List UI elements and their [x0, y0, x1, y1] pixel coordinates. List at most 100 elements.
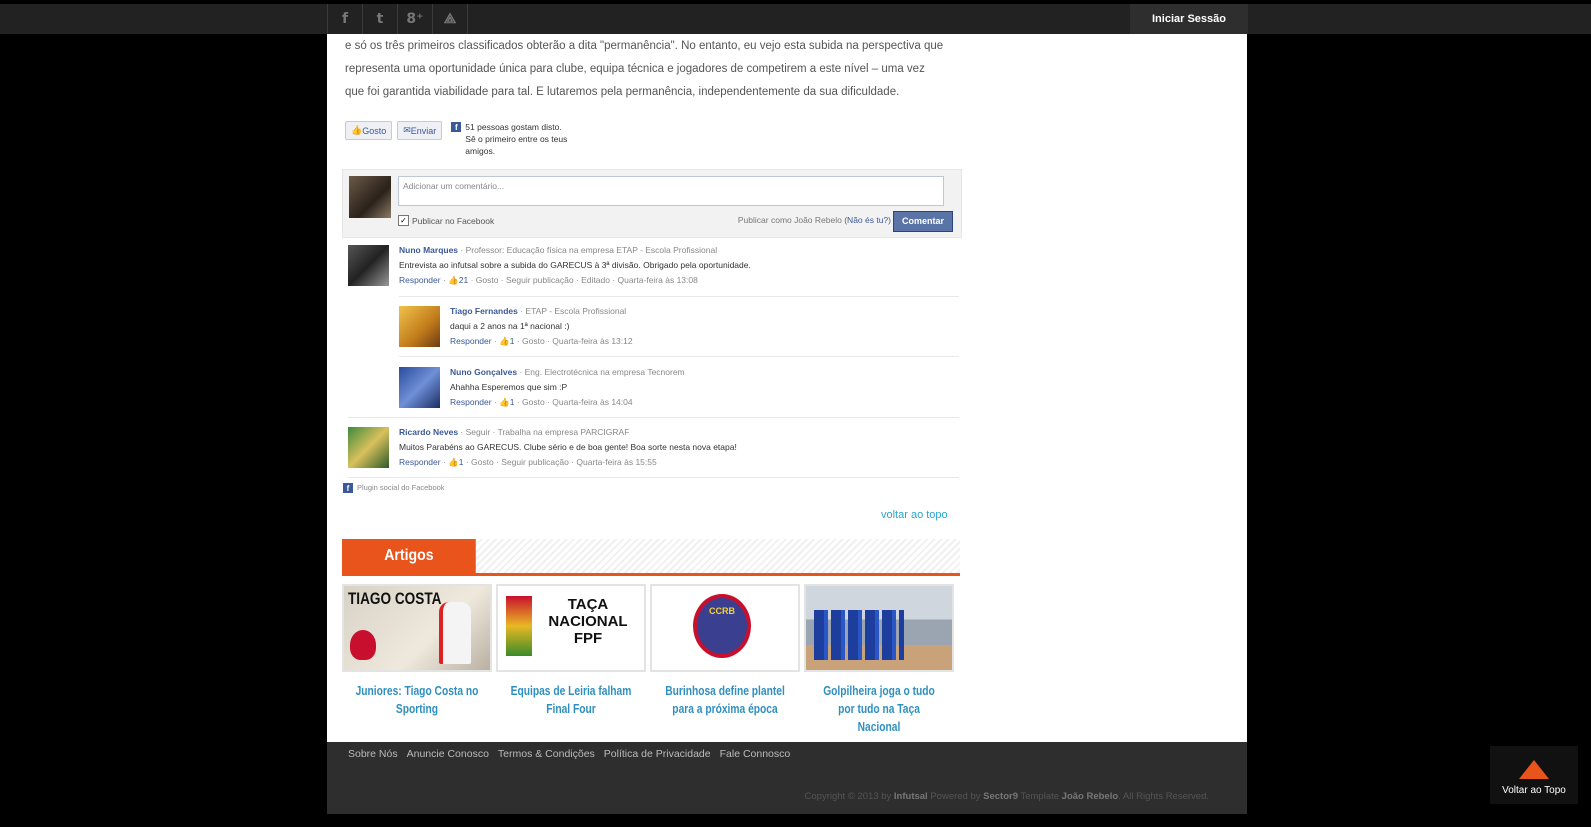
copyright-text: Powered by	[927, 791, 984, 802]
divider	[399, 356, 959, 357]
comment-author[interactable]: Nuno Marques	[399, 245, 458, 255]
arrow-up-icon	[1519, 760, 1549, 779]
fb-plugin-credit[interactable]: f Plugin social do Facebook	[343, 482, 445, 493]
checkbox-icon[interactable]: ✓	[398, 215, 409, 226]
comment-text: Entrevista ao infutsal sobre a subida do…	[399, 260, 751, 270]
divider	[399, 296, 959, 297]
not-you-link[interactable]: (Não és tu?)	[844, 215, 891, 225]
avatar	[399, 306, 440, 347]
footer-links: Sobre Nós Anuncie Conosco Termos & Condi…	[348, 748, 790, 760]
copyright-text: Template	[1018, 791, 1062, 802]
related-title[interactable]: Juniores: Tiago Costa no Sporting	[356, 682, 479, 718]
login-button[interactable]: Iniciar Sessão	[1130, 4, 1248, 34]
fb-comment-box: Adicionar um comentário... ✓ Publicar no…	[342, 169, 962, 238]
thumbnail-caption: TIAGO COSTA	[348, 589, 442, 608]
facebook-logo-icon: f	[451, 122, 462, 132]
publish-as-text: Publicar como João Rebelo	[737, 215, 842, 225]
avatar	[399, 367, 440, 408]
related-card[interactable]: CCRB Burinhosa define plantel para a pró…	[650, 584, 800, 718]
related-articles-title: Artigos Relacionados	[342, 539, 476, 598]
avatar	[348, 245, 389, 286]
fb-like-count: f 51 pessoas gostam disto. Sê o primeiro…	[451, 121, 571, 157]
related-thumbnail[interactable]: TIAGO COSTA	[342, 584, 492, 672]
fb-like-bar: 👍 Gosto ✉ Enviar f 51 pessoas gostam disto…	[345, 121, 571, 157]
like-thumb-icon[interactable]: 👍	[448, 457, 459, 467]
related-card[interactable]: TIAGO COSTA Juniores: Tiago Costa no Spo…	[342, 584, 492, 718]
club-crest-icon	[350, 630, 376, 660]
comment-meta: · Seguir · Trabalha na empresa PARCIGRAF	[458, 427, 630, 437]
divider	[348, 417, 959, 418]
copyright: Copyright © 2013 by Infutsal Powered by …	[805, 791, 1209, 802]
comment-meta: · ETAP - Escola Profissional	[517, 306, 627, 316]
social-links: f t 8⁺ ⟁	[327, 4, 468, 34]
comment-input[interactable]: Adicionar um comentário...	[398, 176, 944, 206]
rss-icon[interactable]: ⟁	[433, 4, 468, 34]
back-to-top-button[interactable]: Voltar ao Topo	[1490, 746, 1578, 804]
comment-author[interactable]: Nuno Gonçalves	[450, 367, 517, 377]
copyright-author-link[interactable]: João Rebelo	[1062, 791, 1119, 802]
related-card[interactable]: TAÇA NACIONAL FPF Equipas de Leiria falh…	[496, 584, 646, 718]
club-crest-icon: CCRB	[693, 594, 751, 658]
fb-like-count-text: 51 pessoas gostam disto. Sê o primeiro e…	[465, 122, 568, 156]
article-line: e só os três primeiros classificados obt…	[345, 40, 944, 52]
footer-link-terms[interactable]: Termos & Condições	[498, 748, 595, 760]
comment-author[interactable]: Ricardo Neves	[399, 427, 458, 437]
footer: Sobre Nós Anuncie Conosco Termos & Condi…	[327, 742, 1247, 814]
facebook-icon[interactable]: f	[327, 4, 363, 34]
like-count: 21	[458, 275, 469, 285]
fb-send-label: Enviar	[410, 125, 437, 136]
comment-text: daqui a 2 anos na 1ª nacional :)	[450, 321, 570, 331]
related-title[interactable]: Burinhosa define plantel para a próxima …	[664, 682, 787, 718]
comment-actions[interactable]: · Gosto · Quarta-feira às 14:04	[514, 397, 633, 407]
reply-link[interactable]: Responder	[450, 336, 492, 346]
like-thumb-icon[interactable]: 👍	[499, 397, 510, 407]
fb-like-label: Gosto	[362, 125, 387, 136]
comment-text: Muitos Parabéns ao GARECUS. Clube sério …	[399, 442, 737, 452]
related-thumbnail[interactable]	[804, 584, 954, 672]
back-to-top-label: Voltar ao Topo	[1502, 785, 1566, 796]
related-thumbnail[interactable]: TAÇA NACIONAL FPF	[496, 584, 646, 672]
thumbnail-caption: TAÇA NACIONAL FPF	[548, 596, 628, 647]
article-line: que foi garantida viabilidade para tal. …	[345, 86, 900, 98]
reply-link[interactable]: Responder	[450, 397, 492, 407]
copyright-text: Copyright © 2013 by	[804, 791, 894, 802]
comment-actions[interactable]: · Gosto · Seguir publicação · Editado · …	[468, 275, 698, 285]
facebook-logo-icon: f	[343, 483, 353, 493]
related-title[interactable]: Equipas de Leiria falham Final Four	[510, 682, 633, 718]
comment-actions[interactable]: · Gosto · Seguir publicação · Quarta-fei…	[463, 457, 657, 467]
footer-link-privacy[interactable]: Política de Privacidade	[604, 748, 711, 760]
like-thumb-icon[interactable]: 👍	[499, 336, 510, 346]
google-plus-icon[interactable]: 8⁺	[398, 4, 433, 34]
related-thumbnail[interactable]: CCRB	[650, 584, 800, 672]
comment-author[interactable]: Tiago Fernandes	[450, 306, 518, 316]
related-articles-header: Artigos Relacionados	[342, 539, 960, 598]
footer-link-contact[interactable]: Fale Connosco	[720, 748, 791, 760]
publish-as: Publicar como João Rebelo (Não és tu?)	[738, 215, 891, 225]
copyright-brand-link[interactable]: Sector9	[983, 791, 1018, 802]
copyright-site-link[interactable]: Infutsal	[894, 791, 928, 802]
related-card[interactable]: Golpilheira joga o tudo por tudo na Taça…	[804, 584, 954, 736]
footer-link-about[interactable]: Sobre Nós	[348, 748, 398, 760]
comment-button[interactable]: Comentar	[893, 211, 953, 232]
comment-meta: · Eng. Electrotécnica na empresa Tecnore…	[517, 367, 685, 377]
player-figure-icon	[439, 602, 471, 664]
fb-like-button[interactable]: 👍 Gosto	[345, 121, 393, 140]
comment-actions[interactable]: · Gosto · Quarta-feira às 13:12	[514, 336, 633, 346]
publish-on-facebook-label: Publicar no Facebook	[412, 215, 495, 226]
related-title[interactable]: Golpilheira joga o tudo por tudo na Taça…	[818, 682, 941, 736]
like-thumb-icon[interactable]: 👍	[448, 275, 459, 285]
publish-on-facebook-checkbox[interactable]: ✓ Publicar no Facebook	[398, 215, 494, 226]
footer-link-advertise[interactable]: Anuncie Conosco	[407, 748, 489, 760]
team-photo-icon	[814, 610, 904, 660]
comment-meta: · Professor: Educação física na empresa …	[458, 245, 718, 255]
twitter-icon[interactable]: t	[363, 4, 398, 34]
reply-link[interactable]: Responder	[399, 457, 441, 467]
comment-text: Ahahha Esperemos que sim :P	[450, 382, 568, 392]
divider	[348, 477, 959, 478]
fb-send-button[interactable]: ✉ Enviar	[397, 121, 443, 140]
copyright-text: . All Rights Reserved.	[1118, 791, 1209, 802]
trophy-icon	[506, 596, 532, 656]
back-to-top-link[interactable]: voltar ao topo	[881, 509, 948, 521]
reply-link[interactable]: Responder	[399, 275, 441, 285]
top-bar: f t 8⁺ ⟁ Iniciar Sessão	[0, 4, 1591, 34]
